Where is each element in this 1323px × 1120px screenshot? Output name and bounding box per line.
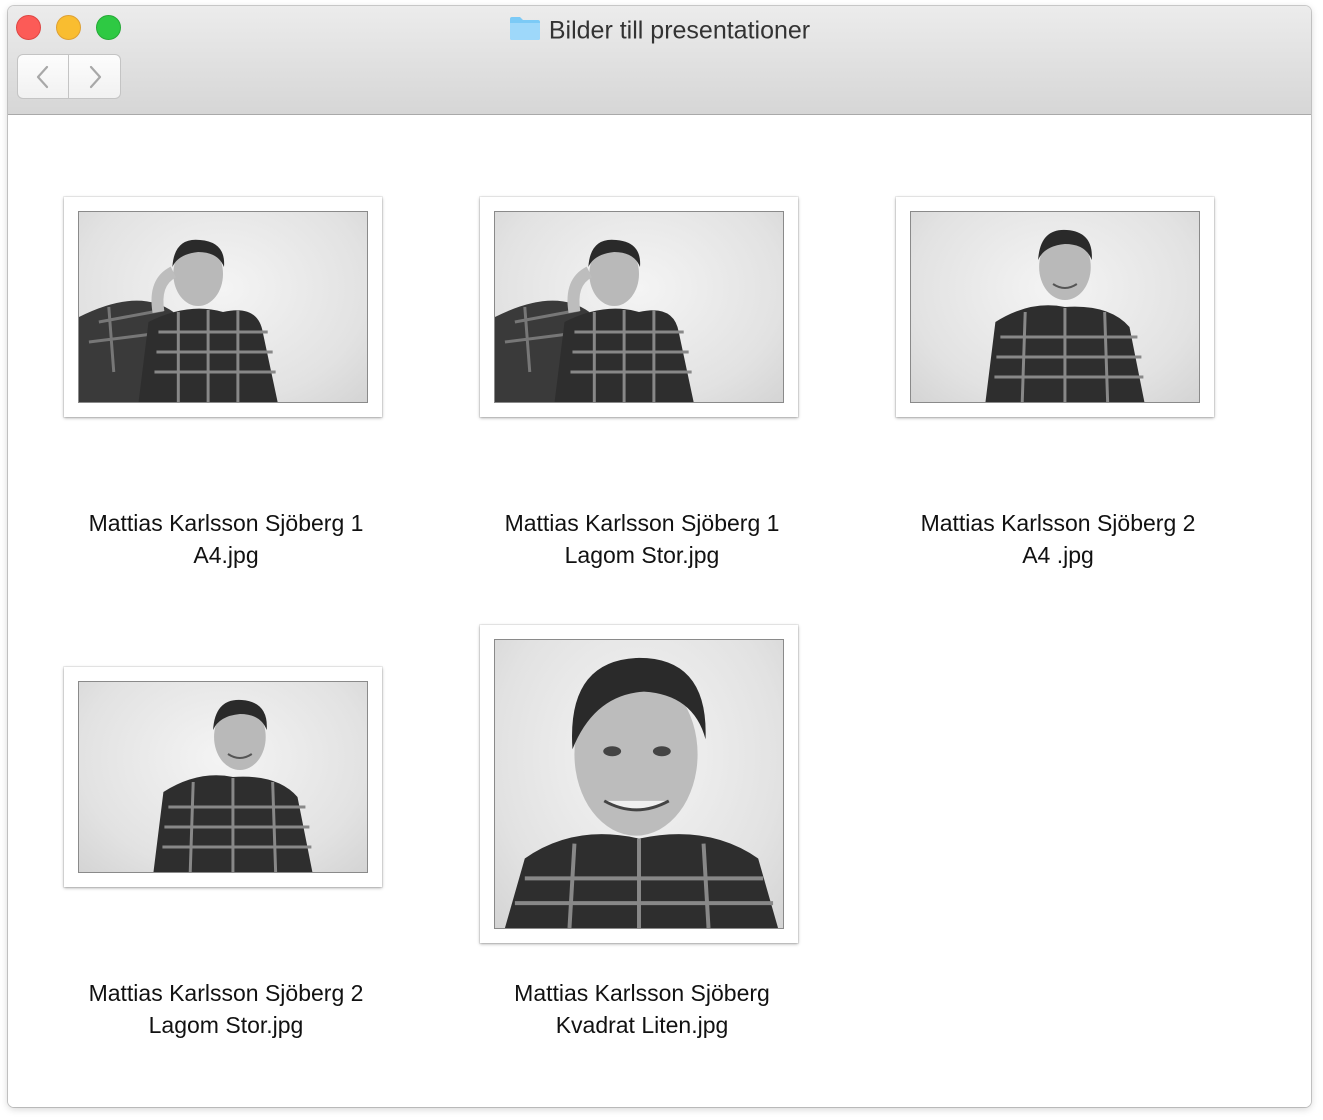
portrait-photo — [494, 211, 784, 403]
file-thumbnail[interactable] — [896, 197, 1214, 417]
file-name-line2: Kvadrat Liten.jpg — [555, 1012, 729, 1038]
chevron-right-icon — [89, 65, 101, 88]
forward-button[interactable] — [69, 54, 121, 99]
file-thumbnail[interactable] — [64, 667, 382, 887]
file-thumbnail[interactable] — [480, 197, 798, 417]
file-name[interactable]: Mattias Karlsson Sjöberg 1 A4.jpg — [56, 507, 396, 571]
file-name-line1: Mattias Karlsson Sjöberg 1 — [88, 510, 364, 536]
file-name-line2: A4 .jpg — [1022, 542, 1094, 568]
chevron-left-icon — [36, 65, 49, 88]
file-name[interactable]: Mattias Karlsson Sjöberg 2 A4 .jpg — [888, 507, 1228, 571]
finder-window: Bilder till presentationer Mattias Karls… — [8, 6, 1311, 1107]
portrait-photo — [78, 681, 368, 873]
file-name[interactable]: Mattias Karlsson Sjöberg 2 Lagom Stor.jp… — [56, 977, 396, 1041]
title-bar[interactable]: Bilder till presentationer — [8, 6, 1311, 115]
file-name-line1: Mattias Karlsson Sjöberg 2 — [88, 980, 364, 1006]
file-thumbnail[interactable] — [480, 625, 798, 943]
file-name-line1: Mattias Karlsson Sjöberg — [514, 980, 770, 1006]
file-name[interactable]: Mattias Karlsson Sjöberg 1 Lagom Stor.jp… — [472, 507, 812, 571]
folder-icon — [509, 17, 540, 41]
file-grid: Mattias Karlsson Sjöberg 1 A4.jpg Mattia… — [8, 115, 1311, 1107]
file-thumbnail[interactable] — [64, 197, 382, 417]
file-name-line1: Mattias Karlsson Sjöberg 2 — [920, 510, 1196, 536]
portrait-photo — [910, 211, 1200, 403]
window-title: Bilder till presentationer — [8, 14, 1311, 44]
file-name-line2: Lagom Stor.jpg — [148, 1012, 304, 1038]
back-button[interactable] — [17, 54, 69, 99]
window-title-text: Bilder till presentationer — [548, 16, 811, 45]
portrait-photo — [78, 211, 368, 403]
navigation-buttons — [17, 54, 121, 99]
portrait-photo — [494, 639, 784, 929]
file-name-line2: Lagom Stor.jpg — [564, 542, 720, 568]
file-name[interactable]: Mattias Karlsson Sjöberg Kvadrat Liten.j… — [472, 977, 812, 1041]
file-name-line1: Mattias Karlsson Sjöberg 1 — [504, 510, 780, 536]
file-name-line2: A4.jpg — [193, 542, 259, 568]
